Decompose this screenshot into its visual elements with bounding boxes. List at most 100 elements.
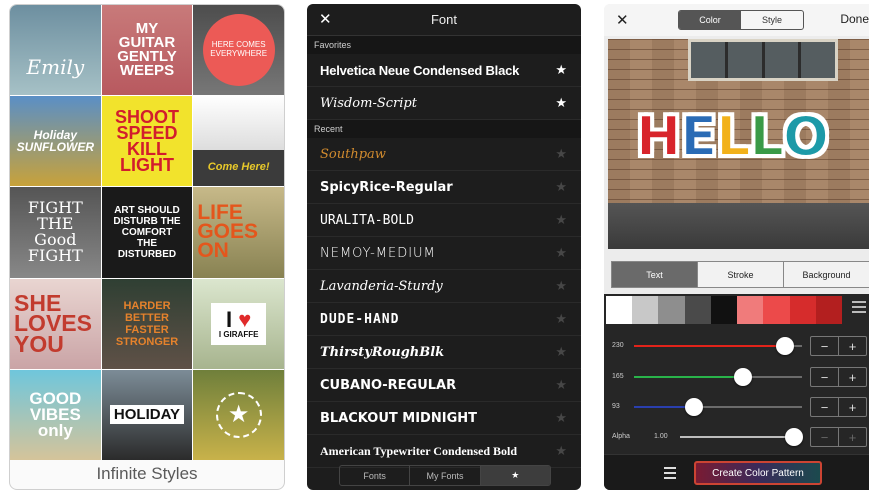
color-swatch[interactable] <box>737 296 764 324</box>
tile-life-goes-on[interactable]: LIFE GOES ON <box>193 187 284 278</box>
color-swatch[interactable] <box>658 296 685 324</box>
alpha-slider[interactable] <box>680 428 803 446</box>
plus-button[interactable]: + <box>839 368 866 386</box>
tile-eagle-star[interactable]: ★ <box>193 369 284 460</box>
tile-holiday-sunflower[interactable]: Holiday SUNFLOWER <box>10 96 101 187</box>
window <box>688 39 838 81</box>
star-icon[interactable]: ★ <box>555 443 567 459</box>
tab-color[interactable]: Color <box>679 11 741 29</box>
menu-icon[interactable] <box>664 467 676 482</box>
plus-button[interactable]: + <box>839 428 866 446</box>
color-swatch[interactable] <box>684 296 711 324</box>
slider-fill <box>680 436 794 438</box>
color-swatch[interactable] <box>606 296 633 324</box>
tile-here-comes[interactable]: HERE COMES EVERYWHERE <box>193 5 284 96</box>
tile-art-should[interactable]: ART SHOULD DISTURB THE COMFORT THE DISTU… <box>101 187 193 278</box>
font-name: Helvetica Neue Condensed Black <box>320 62 520 78</box>
tile-good-vibes[interactable]: GOOD VIBES only <box>10 369 101 460</box>
green-stepper: − + <box>810 367 867 387</box>
plus-button[interactable]: + <box>839 398 866 416</box>
preview-letter: L <box>749 104 785 169</box>
tile-text: ART SHOULD DISTURB THE COMFORT THE DISTU… <box>113 204 181 260</box>
tab-fonts[interactable]: Fonts <box>340 466 411 485</box>
tile-text: Emily <box>26 55 85 80</box>
plus-button[interactable]: + <box>839 337 866 355</box>
font-row[interactable]: SpicyRice-Regular ★ <box>307 171 581 204</box>
green-slider[interactable] <box>634 368 802 386</box>
menu-icon[interactable] <box>852 301 866 316</box>
star-icon[interactable]: ★ <box>555 278 567 294</box>
slider-label: 230 <box>612 342 624 349</box>
color-swatch[interactable] <box>710 296 738 324</box>
tab-text[interactable]: Text <box>612 262 698 287</box>
star-icon[interactable]: ★ <box>555 146 567 162</box>
slider-fill <box>634 376 744 378</box>
star-icon[interactable]: ★ <box>555 212 567 228</box>
tab-stroke[interactable]: Stroke <box>698 262 784 287</box>
gallery-caption: Infinite Styles <box>96 463 198 483</box>
font-row[interactable]: DUDE-HAND ★ <box>307 303 581 336</box>
star-icon[interactable]: ★ <box>555 344 567 360</box>
tile-text: FIGHT THE Good FIGHT <box>27 198 83 266</box>
tile-she-loves-you[interactable]: SHE LOVES YOU <box>10 278 101 369</box>
tile-emily[interactable]: Emily <box>10 5 101 96</box>
slider-knob[interactable] <box>685 398 704 416</box>
tab-favorites[interactable]: ★ <box>480 466 550 485</box>
minus-button[interactable]: − <box>811 428 839 446</box>
tile-i-giraffe[interactable]: I ♥ I GIRAFFE <box>193 278 284 369</box>
tile-text: I GIRAFFE <box>218 329 259 339</box>
minus-button[interactable]: − <box>811 368 839 386</box>
tile-shoot-speed[interactable]: SHOOT SPEED KILL LIGHT <box>101 96 193 187</box>
minus-button[interactable]: − <box>811 337 839 355</box>
slider-knob[interactable] <box>776 337 795 355</box>
font-row[interactable]: BLACKOUT MIDNIGHT ★ <box>307 402 581 435</box>
star-icon[interactable]: ★ <box>555 245 567 261</box>
font-row[interactable]: URALITA-BOLD ★ <box>307 204 581 237</box>
tile-horiday[interactable]: HOLIDAY <box>101 369 193 460</box>
tile-fight[interactable]: FIGHT THE Good FIGHT <box>10 187 101 278</box>
close-icon[interactable]: ✕ <box>616 11 629 29</box>
color-swatch[interactable] <box>763 296 790 324</box>
tab-my-fonts[interactable]: My Fonts <box>410 466 481 485</box>
star-icon[interactable]: ★ <box>555 62 567 78</box>
color-swatch[interactable] <box>789 296 816 324</box>
font-picker-panel: ✕ Font Favorites Helvetica Neue Condense… <box>307 4 581 490</box>
star-icon[interactable]: ★ <box>555 377 567 393</box>
done-button[interactable]: Done <box>840 12 869 26</box>
slider-knob[interactable] <box>785 428 803 446</box>
font-row[interactable]: American Typewriter Condensed Bold ★ <box>307 435 581 468</box>
color-swatch[interactable] <box>815 296 842 324</box>
red-slider[interactable] <box>634 337 802 355</box>
font-row[interactable]: Helvetica Neue Condensed Black ★ <box>307 54 581 87</box>
font-header: ✕ Font <box>307 4 581 36</box>
create-color-pattern-button[interactable]: Create Color Pattern <box>694 461 822 485</box>
favorites-section-label: Favorites <box>307 36 581 54</box>
blue-slider[interactable] <box>634 398 802 416</box>
slider-knob[interactable] <box>734 368 753 386</box>
preview-letter: H <box>635 104 682 169</box>
tile-harder-better[interactable]: HARDER BETTER FASTER STRONGER <box>101 278 193 369</box>
star-icon[interactable]: ★ <box>555 95 567 111</box>
font-row[interactable]: ThirstyRoughBlk ★ <box>307 336 581 369</box>
street <box>608 203 869 249</box>
preview-text[interactable]: HELLO <box>635 104 830 169</box>
star-icon[interactable]: ★ <box>555 410 567 426</box>
tab-style[interactable]: Style <box>741 11 803 29</box>
alpha-value: 1.00 <box>654 433 668 440</box>
font-name: ThirstyRoughBlk <box>320 344 445 360</box>
font-row[interactable]: CUBANO-REGULAR ★ <box>307 369 581 402</box>
font-row[interactable]: Southpaw ★ <box>307 138 581 171</box>
tile-come-here[interactable]: Come Here! <box>193 96 284 187</box>
minus-button[interactable]: − <box>811 398 839 416</box>
font-row[interactable]: NEMOY-MEDIUM ★ <box>307 237 581 270</box>
star-icon[interactable]: ★ <box>555 311 567 327</box>
font-row[interactable]: Wisdom-Script ★ <box>307 87 581 120</box>
recent-section-label: Recent <box>307 120 581 138</box>
color-swatch[interactable] <box>632 296 659 324</box>
tile-my-guitar[interactable]: MY GUITAR GENTLY WEEPS <box>101 5 193 96</box>
star-icon[interactable]: ★ <box>555 179 567 195</box>
tab-background[interactable]: Background <box>784 262 869 287</box>
close-icon[interactable]: ✕ <box>319 10 332 28</box>
tile-text: LIFE GOES ON <box>197 201 259 262</box>
font-row[interactable]: Lavanderia-Sturdy ★ <box>307 270 581 303</box>
